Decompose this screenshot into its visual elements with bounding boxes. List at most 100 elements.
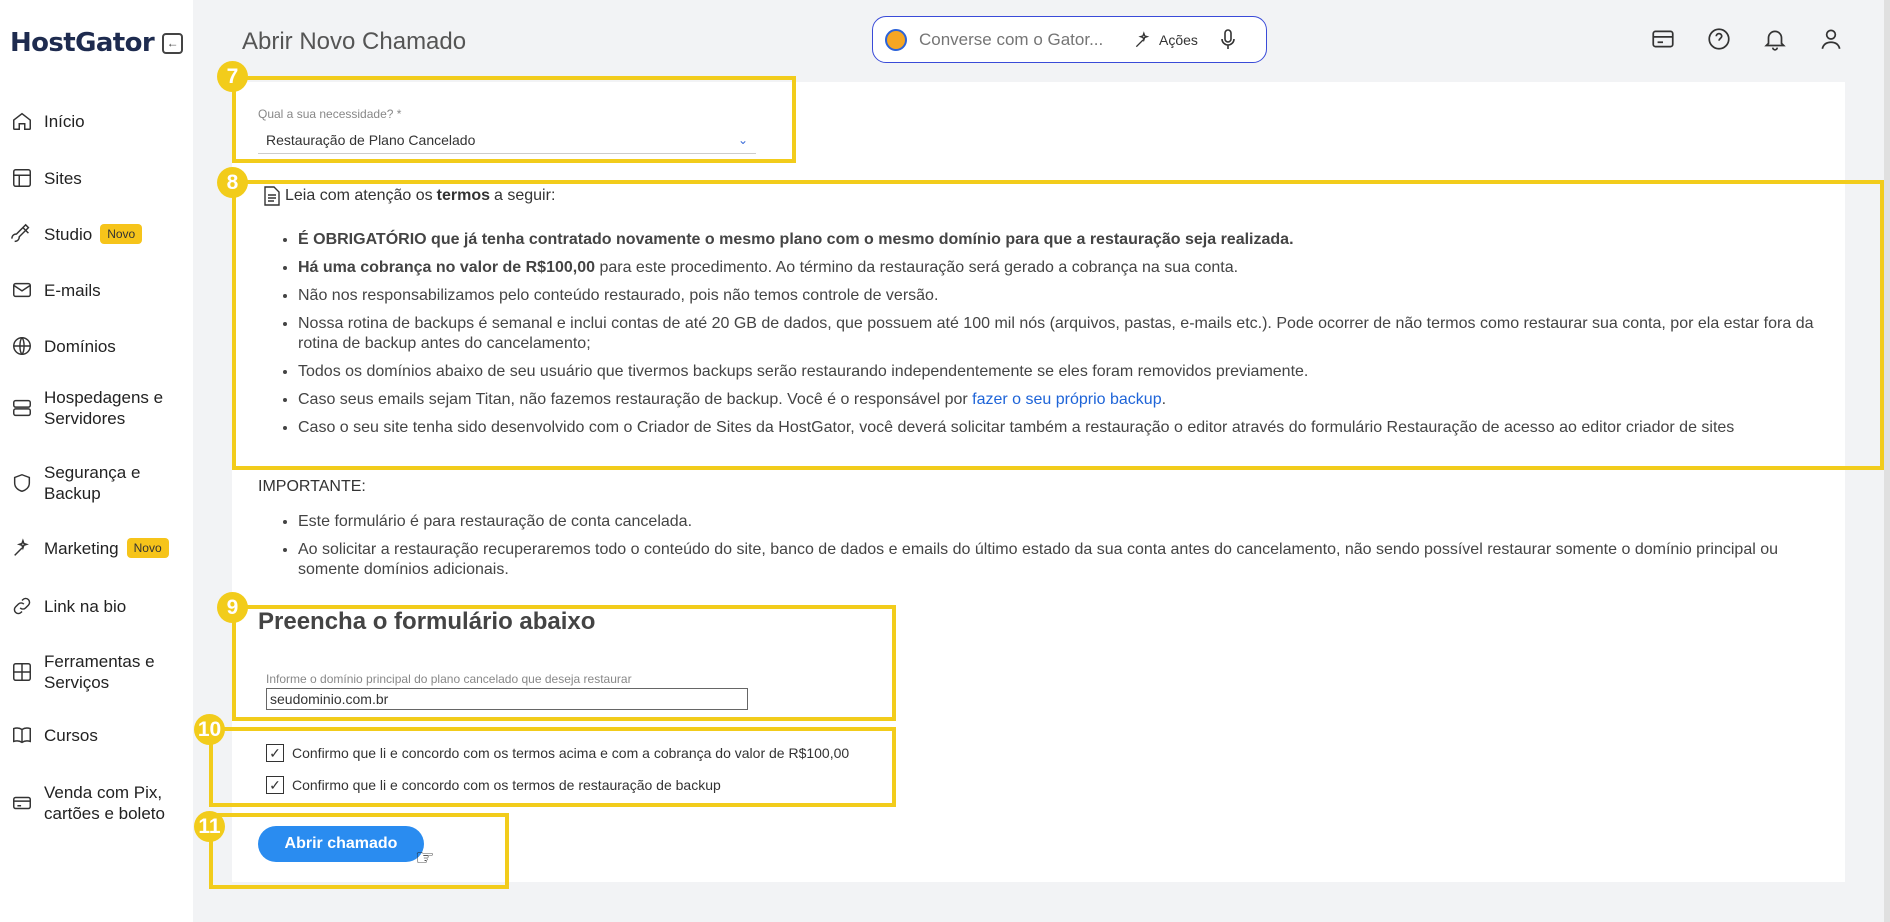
checkbox-checked[interactable]: ✓ [266, 776, 284, 794]
sidebar-item-label: Link na bio [44, 596, 127, 616]
term-text: . [1161, 391, 1167, 408]
server-icon [10, 396, 34, 420]
domain-field-label: Informe o domínio principal do plano can… [266, 672, 632, 686]
microphone-icon[interactable] [1220, 28, 1236, 51]
gator-avatar-icon [885, 28, 907, 51]
sparkle-icon [1135, 30, 1150, 47]
important-title: IMPORTANTE: [258, 478, 366, 495]
gator-chat-input[interactable] [919, 29, 1119, 50]
checkbox-label: Confirmo que li e concordo com os termos… [292, 777, 721, 793]
need-select-label: Qual a sua necessidade? * [258, 107, 402, 121]
new-badge: Novo [100, 224, 143, 244]
sidebar-item-label: Cursos [44, 725, 98, 745]
list-item: Nossa rotina de backups é semanal e incl… [298, 314, 1825, 354]
terms-intro: Leia com atenção os termos a seguir: [263, 186, 555, 206]
checkbox-label: Confirmo que li e concordo com os termos… [292, 745, 850, 761]
link-icon [10, 594, 34, 618]
step-badge-7: 7 [217, 61, 248, 92]
scrollbar[interactable] [1884, 0, 1890, 922]
help-icon[interactable] [1706, 26, 1732, 57]
sidebar-item-seguranca[interactable]: Segurança e Backup [10, 462, 140, 504]
sidebar-item-marketing[interactable]: Marketing Novo [10, 536, 169, 560]
checkbox-checked[interactable]: ✓ [266, 744, 284, 762]
actions-button[interactable]: Ações [1133, 30, 1198, 50]
step-badge-9: 9 [217, 592, 248, 623]
step-badge-10: 10 [194, 714, 225, 745]
list-item: Ao solicitar a restauração recuperaremos… [298, 540, 1825, 580]
payment-icon [10, 791, 34, 815]
sidebar-item-link-na-bio[interactable]: Link na bio [10, 594, 126, 618]
chevron-down-icon: ⌄ [737, 132, 748, 147]
gator-chat-box[interactable]: Ações [872, 16, 1267, 63]
user-icon[interactable] [1818, 26, 1844, 57]
list-item: Caso o seu site tenha sido desenvolvido … [298, 418, 1825, 438]
terms-charge-checkbox-row[interactable]: ✓ Confirmo que li e concordo com os term… [266, 744, 849, 762]
domain-input[interactable] [266, 688, 748, 710]
term-text: Caso o seu site tenha sido desenvolvido … [298, 419, 1735, 436]
sidebar-item-inicio[interactable]: Início [10, 109, 85, 133]
collapse-sidebar-icon[interactable]: ← [162, 32, 184, 54]
sidebar-item-label: Hospedagens e Servidores [44, 388, 164, 428]
sidebar-item-ferramentas[interactable]: Ferramentas e Serviços [10, 651, 155, 693]
step-badge-8: 8 [217, 167, 248, 198]
hostgator-logo[interactable]: HostGator [10, 28, 155, 58]
sidebar-item-venda[interactable]: Venda com Pix, cartões e boleto [10, 782, 165, 824]
sidebar-item-label: Segurança e Backup [44, 463, 141, 503]
sidebar: HostGator ← Início Sites Studio Novo E-m… [0, 0, 193, 922]
hand-pointer-icon: ☞ [415, 845, 435, 870]
term-text: Todos os domínios abaixo de seu usuário … [298, 363, 1309, 380]
important-text: Este formulário é para restauração de co… [298, 513, 693, 530]
home-icon [10, 109, 34, 133]
own-backup-link[interactable]: fazer o seu próprio backup [972, 391, 1161, 408]
sidebar-item-label: Domínios [44, 336, 116, 356]
sidebar-item-hospedagens[interactable]: Hospedagens e Servidores [10, 387, 163, 429]
billing-card-icon[interactable] [1650, 26, 1676, 57]
actions-label: Ações [1159, 31, 1198, 48]
new-badge: Novo [126, 538, 169, 558]
highlight-step-10 [209, 727, 896, 807]
tools-icon [10, 660, 34, 684]
need-select[interactable]: Restauração de Plano Cancelado ⌄ [258, 126, 756, 154]
sidebar-item-label: E-mails [44, 280, 101, 300]
layout-icon [10, 166, 34, 190]
sidebar-item-studio[interactable]: Studio Novo [10, 222, 143, 246]
terms-intro-bold: termos [436, 187, 491, 204]
important-text: Ao solicitar a restauração recuperaremos… [298, 541, 1779, 578]
terms-backup-checkbox-row[interactable]: ✓ Confirmo que li e concordo com os term… [266, 776, 721, 794]
page-title: Abrir Novo Chamado [242, 28, 467, 55]
step-badge-11: 11 [194, 811, 225, 842]
term-bold: Há uma cobrança no valor de R$100,00 [298, 259, 596, 276]
sidebar-item-label: Sites [44, 168, 82, 188]
term-text: para este procedimento. Ao término da re… [595, 259, 1239, 276]
need-select-value: Restauração de Plano Cancelado [266, 131, 476, 148]
shield-icon [10, 471, 34, 495]
list-item: Caso seus emails sejam Titan, não fazemo… [298, 390, 1825, 410]
terms-intro-pre: Leia com atenção os [285, 187, 433, 204]
list-item: É OBRIGATÓRIO que já tenha contratado no… [298, 230, 1825, 250]
sidebar-item-dominios[interactable]: Domínios [10, 334, 116, 358]
open-ticket-button[interactable]: Abrir chamado [258, 826, 424, 862]
term-text: Nossa rotina de backups é semanal e incl… [298, 315, 1814, 352]
sparkle-icon [10, 536, 34, 560]
brush-icon [10, 222, 34, 246]
sidebar-item-label: Marketing [44, 538, 119, 558]
sidebar-item-emails[interactable]: E-mails [10, 278, 101, 302]
term-text: Caso seus emails sejam Titan, não fazemo… [298, 391, 973, 408]
book-icon [10, 723, 34, 747]
sidebar-item-cursos[interactable]: Cursos [10, 723, 98, 747]
sidebar-item-label: Venda com Pix, cartões e boleto [44, 783, 165, 823]
list-item: Não nos responsabilizamos pelo conteúdo … [298, 286, 1825, 306]
brand: HostGator ← [10, 28, 184, 58]
list-item: Há uma cobrança no valor de R$100,00 par… [298, 258, 1825, 278]
header-icons [1650, 26, 1844, 57]
sidebar-item-label: Início [44, 111, 85, 131]
terms-list: É OBRIGATÓRIO que já tenha contratado no… [280, 230, 1825, 446]
list-item: Este formulário é para restauração de co… [298, 512, 1825, 532]
term-text: É OBRIGATÓRIO que já tenha contratado no… [298, 231, 1294, 248]
list-item: Todos os domínios abaixo de seu usuário … [298, 362, 1825, 382]
important-list: Este formulário é para restauração de co… [280, 512, 1825, 588]
term-text: Não nos responsabilizamos pelo conteúdo … [298, 287, 939, 304]
sidebar-item-sites[interactable]: Sites [10, 166, 82, 190]
bell-icon[interactable] [1762, 26, 1788, 57]
globe-icon [10, 334, 34, 358]
